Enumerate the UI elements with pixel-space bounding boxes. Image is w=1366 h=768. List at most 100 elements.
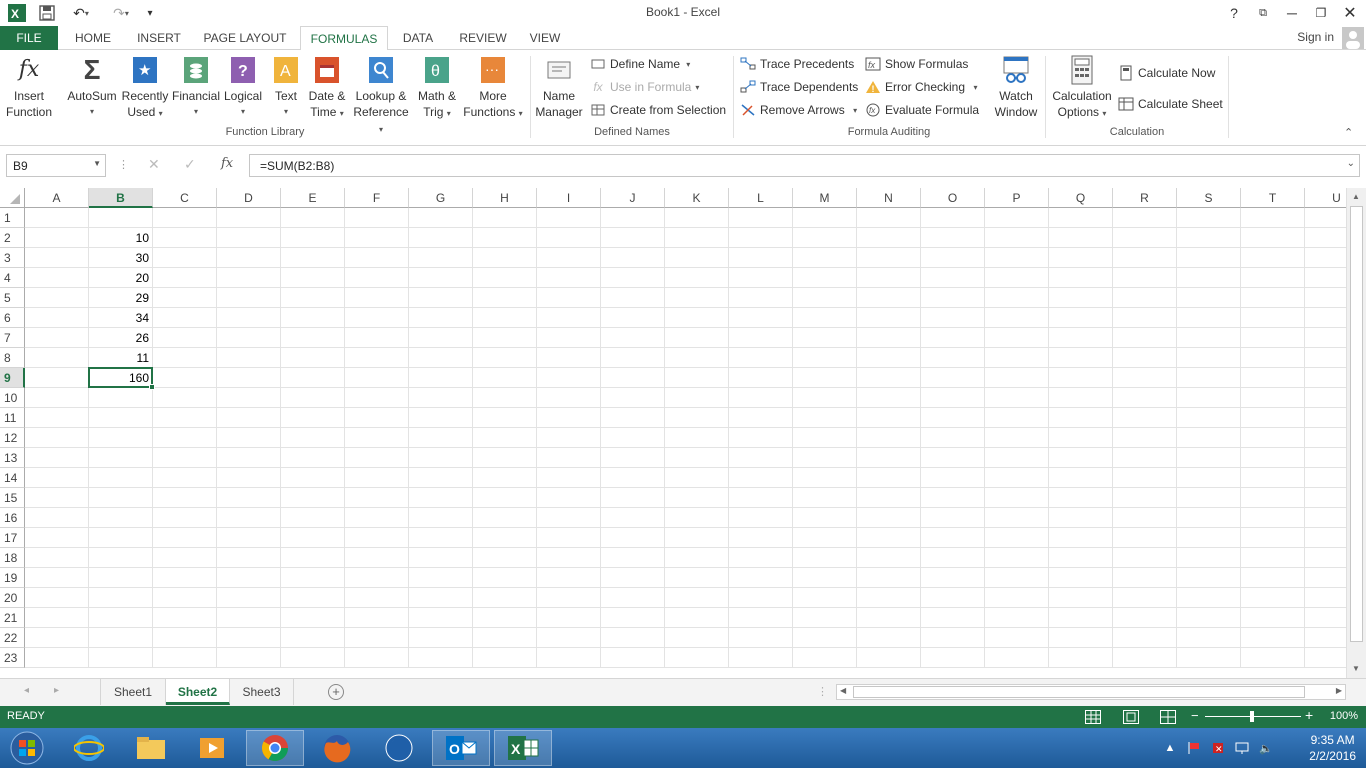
- cell-s18[interactable]: [1177, 548, 1241, 568]
- cell-t18[interactable]: [1241, 548, 1305, 568]
- cell-b1[interactable]: [89, 208, 153, 228]
- cell-i13[interactable]: [537, 448, 601, 468]
- cell-m5[interactable]: [793, 288, 857, 308]
- cell-p3[interactable]: [985, 248, 1049, 268]
- cell-j3[interactable]: [601, 248, 665, 268]
- cell-t8[interactable]: [1241, 348, 1305, 368]
- cell-g3[interactable]: [409, 248, 473, 268]
- cell-k7[interactable]: [665, 328, 729, 348]
- logical-button[interactable]: ? Logical ▾: [222, 54, 264, 120]
- volume-icon[interactable]: 🔈: [1258, 740, 1274, 756]
- cell-u4[interactable]: [1305, 268, 1346, 288]
- minimize-icon[interactable]: ─: [1279, 2, 1305, 24]
- cell-q4[interactable]: [1049, 268, 1113, 288]
- cell-b3[interactable]: 30: [89, 248, 153, 268]
- cell-s9[interactable]: [1177, 368, 1241, 388]
- cell-k21[interactable]: [665, 608, 729, 628]
- cell-p7[interactable]: [985, 328, 1049, 348]
- cell-j9[interactable]: [601, 368, 665, 388]
- cell-k13[interactable]: [665, 448, 729, 468]
- avatar[interactable]: [1342, 27, 1364, 49]
- cell-f16[interactable]: [345, 508, 409, 528]
- cell-s14[interactable]: [1177, 468, 1241, 488]
- zoom-slider-thumb[interactable]: [1250, 711, 1254, 722]
- cell-m20[interactable]: [793, 588, 857, 608]
- cell-i6[interactable]: [537, 308, 601, 328]
- cell-p12[interactable]: [985, 428, 1049, 448]
- cell-k14[interactable]: [665, 468, 729, 488]
- cell-m9[interactable]: [793, 368, 857, 388]
- cell-g19[interactable]: [409, 568, 473, 588]
- cell-h1[interactable]: [473, 208, 537, 228]
- evaluate-formula-button[interactable]: fx Evaluate Formula: [865, 100, 979, 120]
- cell-t19[interactable]: [1241, 568, 1305, 588]
- cell-f4[interactable]: [345, 268, 409, 288]
- insert-function-fx-icon[interactable]: fx: [221, 156, 233, 171]
- cell-u22[interactable]: [1305, 628, 1346, 648]
- cell-a16[interactable]: [25, 508, 89, 528]
- cell-j13[interactable]: [601, 448, 665, 468]
- cell-p18[interactable]: [985, 548, 1049, 568]
- cell-a15[interactable]: [25, 488, 89, 508]
- cell-j11[interactable]: [601, 408, 665, 428]
- cell-c1[interactable]: [153, 208, 217, 228]
- cell-b22[interactable]: [89, 628, 153, 648]
- cell-a23[interactable]: [25, 648, 89, 668]
- cell-q8[interactable]: [1049, 348, 1113, 368]
- cell-n3[interactable]: [857, 248, 921, 268]
- cell-t21[interactable]: [1241, 608, 1305, 628]
- cell-l8[interactable]: [729, 348, 793, 368]
- app-crescent-icon[interactable]: [370, 730, 428, 766]
- cell-o20[interactable]: [921, 588, 985, 608]
- calculate-sheet-button[interactable]: Calculate Sheet: [1118, 94, 1223, 114]
- cell-p6[interactable]: [985, 308, 1049, 328]
- row-header-17[interactable]: 17: [0, 528, 25, 548]
- cell-n1[interactable]: [857, 208, 921, 228]
- close-icon[interactable]: ✕: [1337, 2, 1363, 24]
- cell-o8[interactable]: [921, 348, 985, 368]
- horizontal-scroll-thumb[interactable]: [853, 686, 1305, 698]
- cell-e10[interactable]: [281, 388, 345, 408]
- cell-a4[interactable]: [25, 268, 89, 288]
- name-box[interactable]: B9 ▼: [6, 154, 106, 177]
- cell-g5[interactable]: [409, 288, 473, 308]
- cell-e11[interactable]: [281, 408, 345, 428]
- cell-h20[interactable]: [473, 588, 537, 608]
- file-explorer-icon[interactable]: [122, 730, 180, 766]
- cell-p4[interactable]: [985, 268, 1049, 288]
- cell-j19[interactable]: [601, 568, 665, 588]
- internet-explorer-icon[interactable]: [60, 730, 118, 766]
- vertical-scroll-thumb[interactable]: [1350, 206, 1363, 642]
- cell-s17[interactable]: [1177, 528, 1241, 548]
- cell-p13[interactable]: [985, 448, 1049, 468]
- cell-q15[interactable]: [1049, 488, 1113, 508]
- cell-d11[interactable]: [217, 408, 281, 428]
- cell-a17[interactable]: [25, 528, 89, 548]
- cell-m18[interactable]: [793, 548, 857, 568]
- cell-s8[interactable]: [1177, 348, 1241, 368]
- cell-f17[interactable]: [345, 528, 409, 548]
- cell-d10[interactable]: [217, 388, 281, 408]
- cell-p14[interactable]: [985, 468, 1049, 488]
- cell-h12[interactable]: [473, 428, 537, 448]
- cell-r15[interactable]: [1113, 488, 1177, 508]
- row-header-7[interactable]: 7: [0, 328, 25, 348]
- cell-p8[interactable]: [985, 348, 1049, 368]
- cell-f7[interactable]: [345, 328, 409, 348]
- cell-b14[interactable]: [89, 468, 153, 488]
- vertical-scrollbar[interactable]: ▲ ▼: [1346, 188, 1366, 678]
- cell-e17[interactable]: [281, 528, 345, 548]
- row-header-9[interactable]: 9: [0, 368, 25, 388]
- cell-u19[interactable]: [1305, 568, 1346, 588]
- cell-l12[interactable]: [729, 428, 793, 448]
- cell-k5[interactable]: [665, 288, 729, 308]
- cell-c4[interactable]: [153, 268, 217, 288]
- cell-o10[interactable]: [921, 388, 985, 408]
- cell-l13[interactable]: [729, 448, 793, 468]
- cell-r4[interactable]: [1113, 268, 1177, 288]
- cell-n16[interactable]: [857, 508, 921, 528]
- column-header-g[interactable]: G: [409, 188, 473, 208]
- trace-precedents-button[interactable]: Trace Precedents: [740, 54, 854, 74]
- cell-k18[interactable]: [665, 548, 729, 568]
- cell-m19[interactable]: [793, 568, 857, 588]
